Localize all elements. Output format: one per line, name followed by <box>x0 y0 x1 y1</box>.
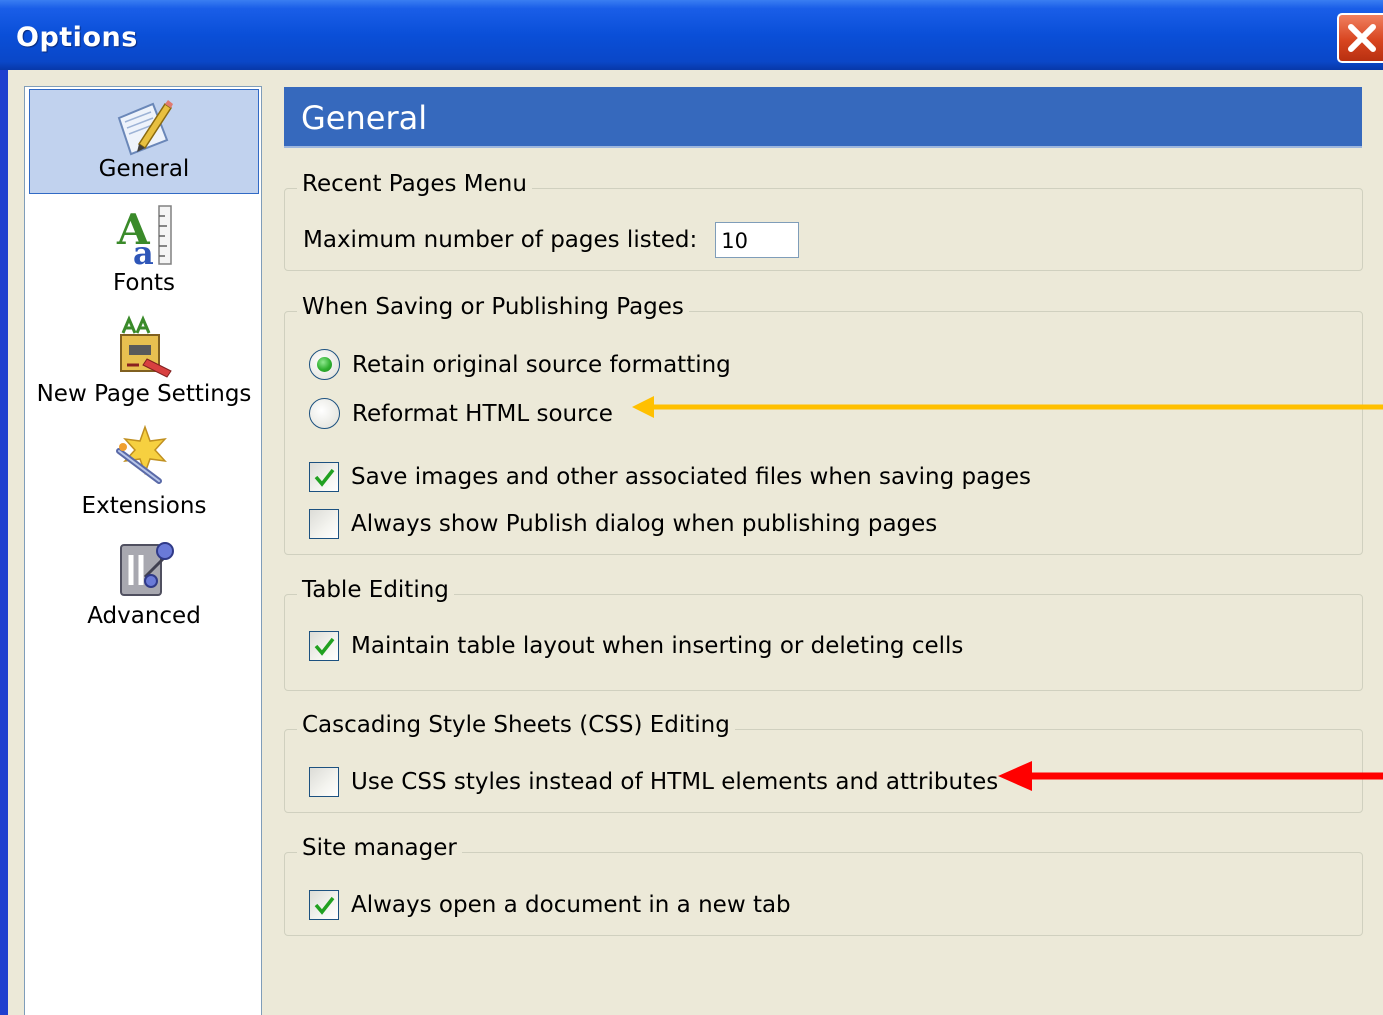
checkmark-icon <box>314 468 335 487</box>
checkmark-icon <box>314 896 335 915</box>
sidebar-item-label: General <box>98 156 190 182</box>
radio-selected[interactable] <box>309 349 340 380</box>
open-new-tab-checkbox[interactable] <box>309 890 339 920</box>
maintain-table-label: Maintain table layout when inserting or … <box>351 633 964 659</box>
sidebar-item-advanced[interactable]: Advanced <box>29 537 259 637</box>
reformat-html-radio[interactable]: Reformat HTML source <box>309 398 613 429</box>
sidebar-item-label: New Page Settings <box>36 381 252 407</box>
group-legend: Recent Pages Menu <box>297 169 532 199</box>
use-css-checkbox-row[interactable]: Use CSS styles instead of HTML elements … <box>309 767 998 797</box>
site-manager-group: Site manager Always open a document in a… <box>284 833 1363 936</box>
max-pages-row: Maximum number of pages listed: 10 <box>303 222 800 258</box>
max-pages-input[interactable]: 10 <box>715 222 800 258</box>
save-images-checkbox[interactable] <box>309 462 339 492</box>
maintain-table-checkbox-row[interactable]: Maintain table layout when inserting or … <box>309 631 963 661</box>
checkmark-icon <box>314 637 335 656</box>
publish-dialog-checkbox[interactable] <box>309 509 339 539</box>
use-css-checkbox[interactable] <box>309 767 339 797</box>
retain-formatting-radio[interactable]: Retain original source formatting <box>309 349 731 380</box>
advanced-icon <box>120 542 174 596</box>
table-editing-group: Table Editing Maintain table layout when… <box>284 575 1363 691</box>
retain-formatting-label: Retain original source formatting <box>352 351 731 378</box>
max-pages-label: Maximum number of pages listed: <box>303 227 698 253</box>
radio-unselected[interactable] <box>309 398 340 429</box>
fonts-icon: A a <box>116 205 172 268</box>
group-legend: Site manager <box>297 833 462 863</box>
publish-dialog-label: Always show Publish dialog when publishi… <box>351 511 938 537</box>
sidebar-item-general[interactable]: General <box>29 89 259 194</box>
publish-dialog-checkbox-row[interactable]: Always show Publish dialog when publishi… <box>309 509 937 539</box>
close-icon <box>1348 24 1376 52</box>
reformat-html-label: Reformat HTML source <box>352 400 613 427</box>
recent-pages-group: Recent Pages Menu Maximum number of page… <box>284 169 1363 271</box>
extensions-icon <box>116 425 167 484</box>
sidebar-item-label: Extensions <box>81 493 207 519</box>
group-legend: Cascading Style Sheets (CSS) Editing <box>297 710 735 740</box>
red-annotation-arrow <box>998 761 1383 791</box>
open-new-tab-checkbox-row[interactable]: Always open a document in a new tab <box>309 890 791 920</box>
title-bar[interactable]: Options <box>0 0 1383 70</box>
use-css-label: Use CSS styles instead of HTML elements … <box>351 769 999 795</box>
open-new-tab-label: Always open a document in a new tab <box>351 892 791 918</box>
yellow-annotation-arrow <box>632 396 1383 418</box>
group-legend: When Saving or Publishing Pages <box>297 292 689 322</box>
pencil-paper-icon <box>117 100 173 156</box>
sidebar-item-label: Advanced <box>87 603 201 629</box>
save-images-label: Save images and other associated files w… <box>351 464 1031 490</box>
svg-text:a: a <box>133 234 154 268</box>
close-button[interactable] <box>1337 13 1383 63</box>
page-title: General <box>301 99 428 137</box>
panel-header: General <box>284 87 1362 148</box>
group-legend: Table Editing <box>297 575 454 605</box>
sidebar-item-label: Fonts <box>112 270 176 296</box>
sidebar-item-extensions[interactable]: Extensions <box>29 425 259 525</box>
new-page-settings-icon <box>120 315 172 378</box>
category-sidebar: General A a Fonts New Page Settings Exte… <box>24 86 262 1015</box>
sidebar-item-fonts[interactable]: A a Fonts <box>29 202 259 302</box>
window-title: Options <box>16 22 138 53</box>
save-images-checkbox-row[interactable]: Save images and other associated files w… <box>309 462 1031 492</box>
maintain-table-checkbox[interactable] <box>309 631 339 661</box>
sidebar-item-new-page-settings[interactable]: New Page Settings <box>29 315 259 415</box>
saving-publishing-group: When Saving or Publishing Pages Retain o… <box>284 292 1363 555</box>
